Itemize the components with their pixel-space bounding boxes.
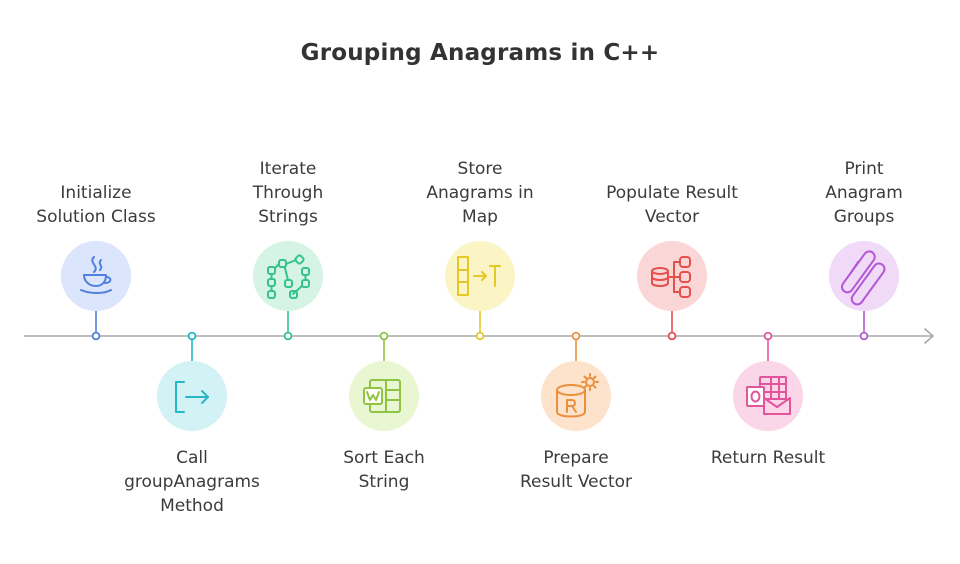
timeline-dot — [187, 331, 197, 341]
step-label: Prepare Result Vector — [491, 446, 661, 494]
step-label-line: groupAnagrams — [124, 472, 260, 492]
step-label-line: Populate Result — [606, 183, 738, 203]
step-label: Call groupAnagrams Method — [107, 446, 277, 518]
step-8 — [733, 331, 803, 431]
step-label-line: String — [358, 472, 410, 492]
step-label-line: Print — [844, 159, 884, 179]
step-label: Sort Each String — [299, 446, 469, 494]
step-1 — [61, 241, 131, 341]
step-label: Print Anagram Groups — [779, 157, 949, 229]
step-icon-background — [541, 361, 611, 431]
step-label-line: Iterate — [259, 159, 317, 179]
step-label-line: Anagram — [825, 183, 903, 203]
step-9 — [829, 241, 899, 341]
step-label-line: Strings — [258, 207, 318, 227]
step-label-line: Groups — [833, 207, 895, 227]
step-label-line: Solution Class — [36, 207, 156, 227]
timeline-dot — [667, 331, 677, 341]
timeline-dot — [91, 331, 101, 341]
step-label-line: Return Result — [710, 448, 826, 468]
step-label-line: Anagrams in — [426, 183, 534, 203]
step-6 — [541, 331, 611, 431]
timeline-dot — [475, 331, 485, 341]
timeline-dot — [763, 331, 773, 341]
timeline-dot — [571, 331, 581, 341]
step-label-line: Prepare — [543, 448, 609, 468]
step-label: Iterate Through Strings — [203, 157, 373, 229]
step-icon-background — [349, 361, 419, 431]
step-label-line: Through — [252, 183, 324, 203]
step-label-line: Call — [176, 448, 208, 468]
step-label-line: Result Vector — [519, 472, 633, 492]
step-2 — [157, 331, 227, 431]
step-label: Initialize Solution Class — [11, 181, 181, 229]
step-4 — [349, 331, 419, 431]
step-label-line: Store — [457, 159, 503, 179]
step-label-line: Sort Each — [343, 448, 425, 468]
step-label-line: Initialize — [60, 183, 132, 203]
step-icon-background — [733, 361, 803, 431]
timeline-dot — [283, 331, 293, 341]
timeline-dot — [859, 331, 869, 341]
step-label: Return Result — [683, 446, 853, 470]
step-label-line: Map — [462, 207, 498, 227]
step-label: Populate Result Vector — [587, 181, 757, 229]
step-7 — [637, 241, 707, 341]
timeline-dot — [379, 331, 389, 341]
step-label-line: Method — [160, 496, 224, 516]
step-label-line: Vector — [644, 207, 700, 227]
step-5 — [445, 241, 515, 341]
step-label: Store Anagrams in Map — [395, 157, 565, 229]
step-3 — [253, 241, 323, 341]
